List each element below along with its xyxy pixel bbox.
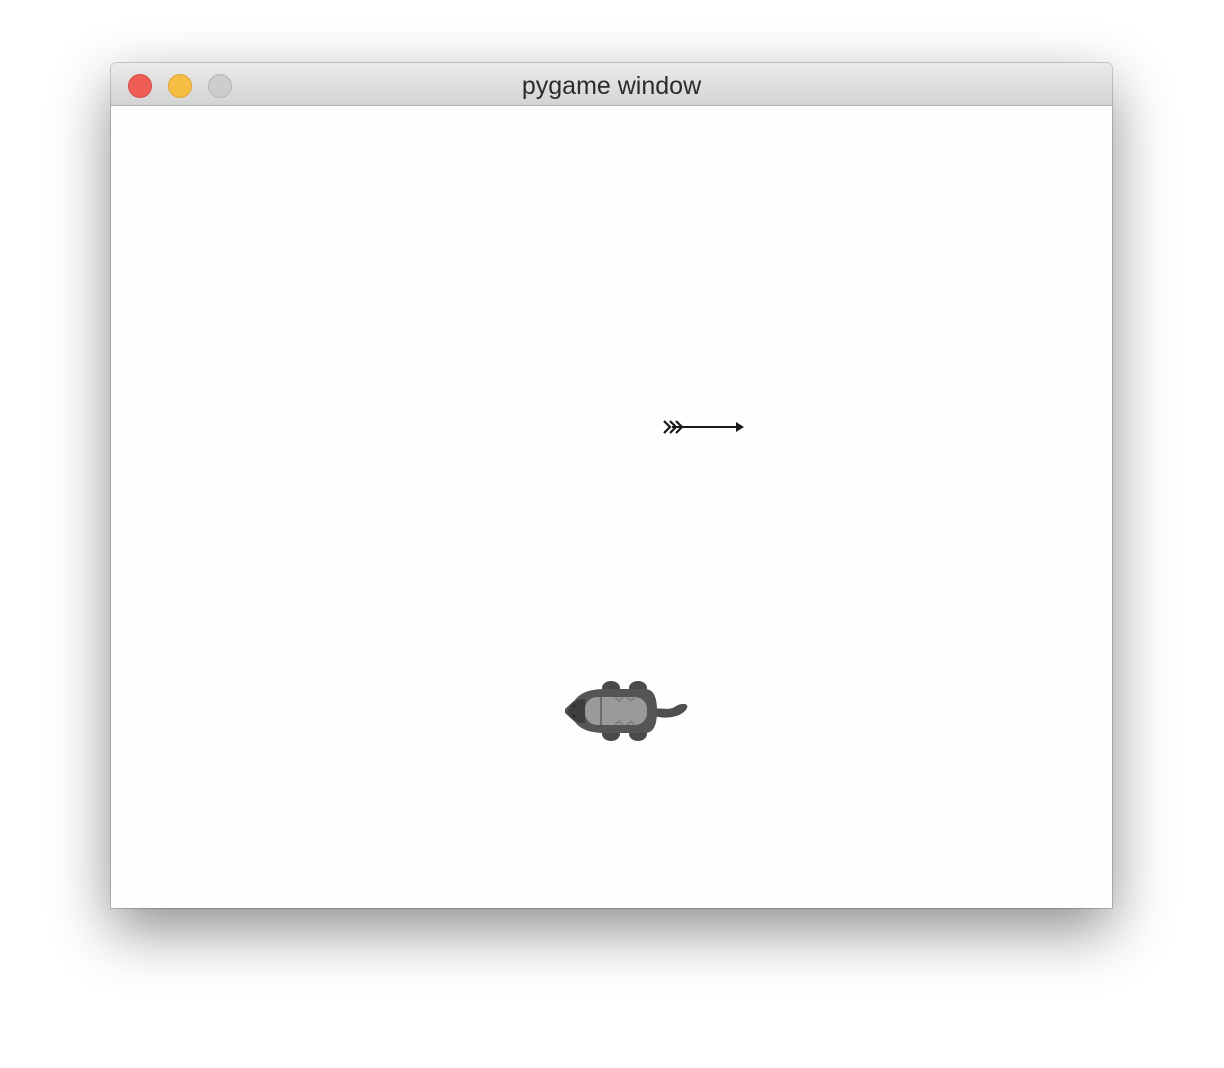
window-title: pygame window <box>521 72 702 100</box>
arrow-icon <box>663 420 744 434</box>
game-canvas[interactable] <box>111 106 1112 908</box>
title-bar[interactable]: pygame window <box>111 63 1112 106</box>
badger-icon <box>565 681 688 741</box>
pygame-window: pygame window <box>111 63 1112 908</box>
